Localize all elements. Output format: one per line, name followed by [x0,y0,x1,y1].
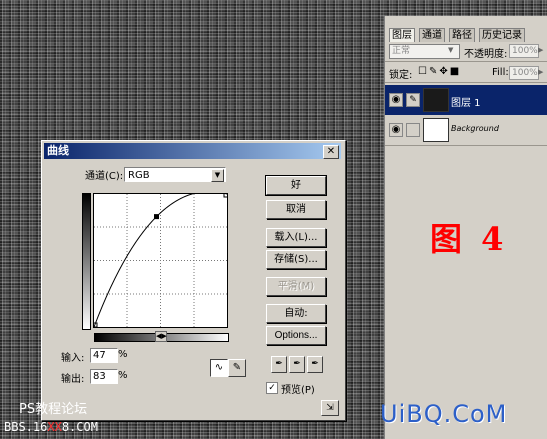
output-value-field[interactable]: 83 [90,369,118,384]
curve-control-point[interactable] [154,214,160,220]
eye-icon[interactable]: ◉ [389,93,403,107]
preview-checkbox[interactable]: ✓ [266,382,278,394]
smooth-button[interactable]: 平滑(M) [266,277,326,296]
panel-tabs: 图层 通道 路径 历史记录 [385,16,547,42]
output-label: 输出: [61,374,85,385]
white-eyedropper-icon: ✒ [311,359,319,369]
channel-label: 通道(C): [85,171,124,182]
fill-arrow-icon[interactable]: ▶ [538,67,547,78]
curve-icon: ∿ [214,362,224,373]
watermark-forum: PS教程论坛 [19,402,88,417]
load-button[interactable]: 载入(L)... [266,228,326,247]
curves-dialog: 曲线 ✕ 通道(C): RGB ▼ ◀▶ 输入: 47 % 输出: 83 % ∿… [41,140,346,421]
fill-input[interactable]: 100% [509,66,539,80]
curve-tool-button[interactable]: ∿ [210,359,228,377]
tab-paths[interactable]: 路径 [449,28,475,42]
preview-label[interactable]: 预览(P) [281,381,315,396]
layer-thumbnail [423,88,449,112]
layer-name: Background [451,124,499,133]
brush-icon[interactable]: ✎ [406,93,420,107]
input-percent: % [118,349,128,360]
cancel-button[interactable]: 取消 [266,200,326,219]
layer-thumbnail [423,118,449,142]
input-value-field[interactable]: 47 [90,348,118,363]
output-gradient-bar [82,193,91,330]
channel-value: RGB [128,170,150,181]
auto-button[interactable]: 自动: [266,304,326,323]
checkmark-icon: ✓ [268,383,276,393]
gradient-toggle-icon[interactable]: ◀▶ [155,331,167,342]
expand-button[interactable]: ⇲ [321,400,339,416]
watermark-bbs-red: XX [47,420,62,434]
watermark-bbs-suffix: 8.COM [61,420,98,434]
blend-mode-chevron-icon[interactable]: ▼ [448,45,457,56]
layer-name: 图层 1 [451,98,481,109]
lock-all-icon[interactable]: ■ [450,66,461,77]
dialog-title: 曲线 [47,144,69,157]
lock-options[interactable]: ☐✎✥■ [418,66,461,77]
expand-icon: ⇲ [326,403,334,413]
close-icon: ✕ [326,146,336,157]
eye-icon[interactable]: ◉ [389,123,403,137]
pencil-tool-button[interactable]: ✎ [228,359,246,377]
watermark-logo: UiBQ.CoM [380,400,508,428]
lock-label: 锁定: [389,70,413,81]
white-eyedropper-button[interactable]: ✒ [307,356,323,373]
link-box[interactable] [406,123,420,137]
tab-channels[interactable]: 通道 [419,28,445,42]
close-button[interactable]: ✕ [323,145,339,159]
lock-brush-icon[interactable]: ✎ [429,66,439,77]
dialog-titlebar[interactable]: 曲线 ✕ [44,143,341,159]
gray-eyedropper-icon: ✒ [293,359,301,369]
watermark-bbs-prefix: BBS.16 [4,420,48,434]
pencil-icon: ✎ [232,362,242,373]
watermark-bbs: BBS.16XX8.COM [4,420,98,434]
layer-row-background[interactable]: ◉ Background [385,115,547,145]
output-percent: % [118,370,128,381]
options-button[interactable]: Options... [266,326,326,345]
chevron-down-icon[interactable]: ▼ [211,169,224,182]
opacity-label: 不透明度: [464,49,508,60]
opacity-input[interactable]: 100% [509,44,539,58]
fill-label: Fill: [492,67,509,78]
input-label: 输入: [61,353,85,364]
curve-graph[interactable] [93,193,228,328]
divider [385,82,547,83]
layer-row-layer1[interactable]: ◉ ✎ 图层 1 [385,85,547,115]
lock-transparency-icon[interactable]: ☐ [418,66,429,77]
divider [385,61,547,62]
figure-label: 图 4 [430,220,508,258]
tab-history[interactable]: 历史记录 [479,28,525,42]
save-button[interactable]: 存储(S)... [266,250,326,269]
opacity-arrow-icon[interactable]: ▶ [538,45,547,56]
channel-select[interactable]: RGB ▼ [124,167,226,182]
tab-layers[interactable]: 图层 [389,28,415,42]
divider [385,145,547,146]
black-eyedropper-button[interactable]: ✒ [271,356,287,373]
ok-button[interactable]: 好 [265,175,327,196]
gray-eyedropper-button[interactable]: ✒ [289,356,305,373]
black-eyedropper-icon: ✒ [275,359,283,369]
lock-move-icon[interactable]: ✥ [439,66,449,77]
